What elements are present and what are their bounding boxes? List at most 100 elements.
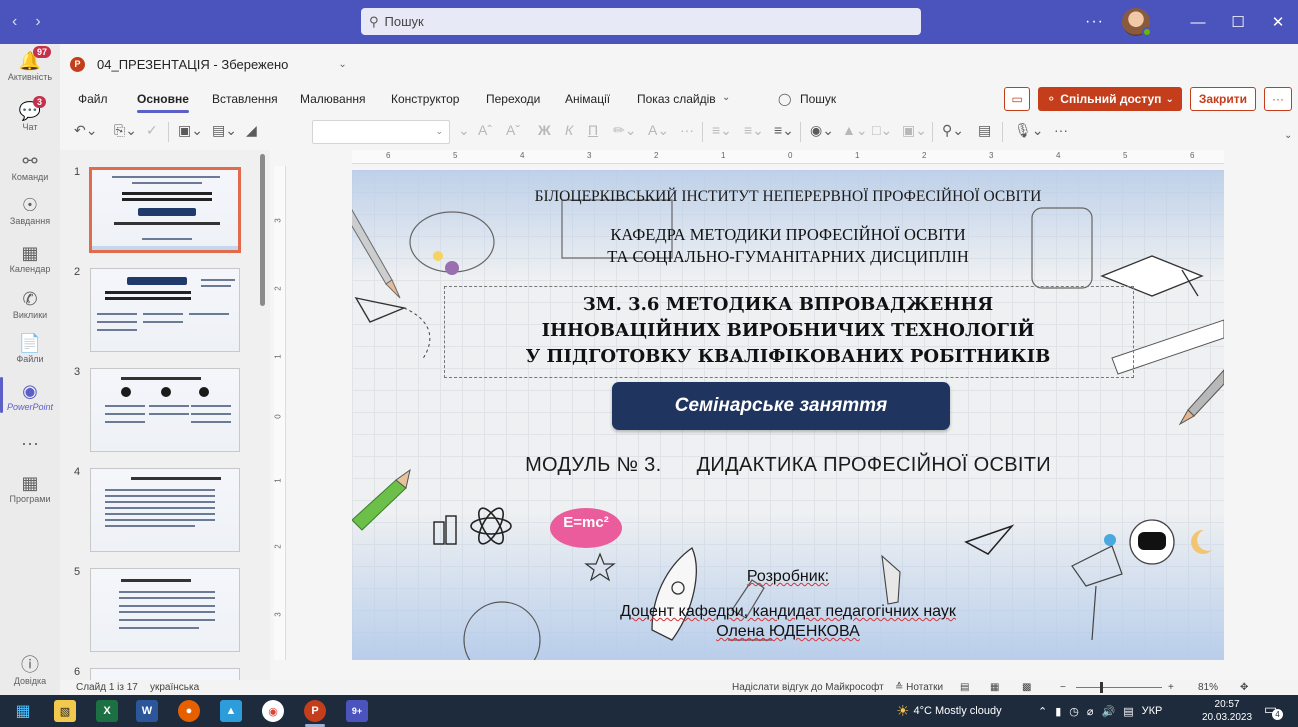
font-family-select[interactable]: ⌄ [312, 120, 450, 144]
slide-thumbnail-1[interactable] [89, 167, 241, 253]
close-window-button[interactable]: ✕ [1258, 13, 1298, 31]
fill-icon[interactable]: ▲⌄ [842, 122, 868, 139]
zoom-level[interactable]: 81% [1198, 682, 1218, 693]
designer-icon[interactable]: ▤ [978, 122, 991, 139]
underline-icon[interactable]: П [588, 122, 598, 138]
highlight-icon[interactable]: ✏⌄ [613, 122, 636, 139]
tab-design[interactable]: Конструктор [391, 92, 459, 106]
align-icon[interactable]: ≡⌄ [774, 122, 794, 139]
minimize-button[interactable]: — [1178, 14, 1218, 31]
volume-icon[interactable]: 🔊 [1102, 705, 1116, 718]
search-input[interactable]: ⚲ Пошук [361, 8, 921, 35]
tab-transitions[interactable]: Переходи [486, 92, 540, 106]
avatar[interactable] [1122, 8, 1152, 37]
more-format-icon[interactable]: ··· [680, 122, 694, 138]
ribbon-more-button[interactable]: ··· [1264, 87, 1292, 111]
increase-font-icon[interactable]: Aˆ [478, 122, 492, 138]
rail-item-teams[interactable]: ⚯ Команди [0, 150, 60, 182]
close-document-button[interactable]: Закрити [1189, 87, 1256, 111]
language-indicator[interactable]: українська [150, 682, 199, 693]
teams-taskbar-icon[interactable]: 9+ [346, 700, 368, 722]
share-button[interactable]: ⚬ Спільний доступ ⌄ [1038, 87, 1182, 111]
wifi-icon[interactable]: ⌀ [1087, 705, 1094, 718]
zoom-slider-track[interactable] [1076, 687, 1162, 688]
notifications-icon[interactable]: ▭ 4 [1264, 701, 1283, 720]
slide-thumbnail-3[interactable] [90, 368, 240, 452]
slide-thumbnail-4[interactable] [90, 468, 240, 552]
toolbar-more-icon[interactable]: ··· [1054, 122, 1068, 138]
slide-sorter-icon[interactable]: ▦ [990, 682, 999, 693]
rail-item-tasks[interactable]: ☉ Завдання [0, 194, 60, 226]
decrease-font-icon[interactable]: Aˇ [506, 122, 520, 138]
chrome-icon[interactable]: ◉ [262, 700, 284, 722]
font-size-chevron-icon[interactable]: ⌄ [458, 122, 470, 139]
rail-item-powerpoint[interactable]: ◉ PowerPoint [0, 380, 60, 412]
slide-thumbnail-6[interactable] [90, 668, 240, 680]
reading-view-icon[interactable]: ▩ [1022, 682, 1031, 693]
display-icon[interactable]: ▤ [1123, 705, 1133, 718]
word-icon[interactable]: W [136, 700, 158, 722]
back-arrow-icon[interactable]: ‹ [12, 13, 17, 31]
tab-file[interactable]: Файл [78, 92, 108, 106]
zoom-out-icon[interactable]: − [1060, 682, 1066, 693]
rail-item-activity[interactable]: 🔔 97 Активність [0, 46, 60, 82]
rail-item-calendar[interactable]: ▦ Календар [0, 242, 60, 274]
italic-icon[interactable]: К [565, 122, 573, 138]
clock[interactable]: 20:57 20.03.2023 [1202, 698, 1252, 724]
paste-icon[interactable]: ⎘⌄ [114, 122, 137, 139]
find-icon[interactable]: ⚲⌄ [942, 122, 964, 139]
thumbnails-scrollbar[interactable] [260, 154, 265, 306]
tab-insert[interactable]: Вставлення [212, 92, 278, 106]
slide-thumbnail-5[interactable] [90, 568, 240, 652]
effects-icon[interactable]: ▣⌄ [902, 122, 927, 139]
tab-search[interactable]: Пошук [800, 92, 836, 106]
battery-icon[interactable]: ▮ [1055, 705, 1061, 718]
zoom-slider-thumb[interactable] [1100, 682, 1103, 693]
tab-slideshow[interactable]: Показ слайдів [637, 92, 716, 106]
shapes-icon[interactable]: ◉⌄ [810, 122, 834, 139]
rail-item-more[interactable]: ··· [0, 432, 60, 454]
layout-icon[interactable]: ▤⌄ [212, 122, 237, 139]
network-icon[interactable]: ◷ [1069, 705, 1079, 718]
notes-button[interactable]: ≙ Нотатки [895, 682, 943, 693]
comments-button[interactable]: ▭ [1004, 87, 1031, 111]
rail-item-calls[interactable]: ✆ Виклики [0, 288, 60, 320]
rail-item-chat[interactable]: 💬 3 Чат [0, 96, 60, 132]
windows-start-icon[interactable]: ▦ [12, 700, 34, 722]
feedback-link[interactable]: Надіслати відгук до Майкрософт [732, 682, 884, 693]
weather-widget[interactable]: ☀ 4°C Mostly cloudy [896, 695, 1002, 727]
fit-slide-icon[interactable]: ✥ [1240, 682, 1248, 693]
font-color-icon[interactable]: A⌄ [648, 122, 669, 139]
forward-arrow-icon[interactable]: › [35, 13, 40, 31]
tab-animations[interactable]: Анімації [565, 92, 610, 106]
format-painter-icon[interactable]: ✓ [146, 122, 158, 139]
rail-item-help[interactable]: ⓘ Довідка [0, 654, 60, 686]
slide-thumbnail-2[interactable] [90, 268, 240, 352]
rail-item-files[interactable]: 📄 Файли [0, 332, 60, 364]
tab-draw[interactable]: Малювання [300, 92, 365, 106]
bold-icon[interactable]: Ж [538, 122, 551, 138]
outline-icon[interactable]: □⌄ [872, 122, 892, 139]
normal-view-icon[interactable]: ▤ [960, 682, 969, 693]
more-options-icon[interactable]: ··· [1085, 13, 1104, 31]
powerpoint-taskbar-icon[interactable]: P [304, 700, 326, 722]
tray-chevron-icon[interactable]: ⌃ [1038, 705, 1047, 718]
photos-icon[interactable]: ▲ [220, 700, 242, 722]
undo-icon[interactable]: ↶⌄ [74, 122, 97, 139]
excel-icon[interactable]: X [96, 700, 118, 722]
zoom-in-icon[interactable]: + [1168, 682, 1174, 693]
firefox-icon[interactable]: ● [178, 700, 200, 722]
slideshow-chevron-icon[interactable]: ⌄ [722, 92, 730, 103]
rail-item-apps[interactable]: ▦ Програми [0, 472, 60, 504]
maximize-button[interactable]: ☐ [1218, 13, 1258, 31]
document-name[interactable]: 04_ПРЕЗЕНТАЦІЯ - Збережено [97, 57, 288, 72]
bullets-icon[interactable]: ≡⌄ [712, 122, 732, 139]
chevron-down-icon[interactable]: ⌄ [338, 59, 346, 70]
new-slide-icon[interactable]: ▣⌄ [178, 122, 203, 139]
file-explorer-icon[interactable]: ▧ [54, 700, 76, 722]
numbering-icon[interactable]: ≡⌄ [744, 122, 764, 139]
current-slide[interactable]: БІЛОЦЕРКІВСЬКИЙ ІНСТИТУТ НЕПЕРЕРВНОЇ ПРО… [352, 170, 1224, 660]
dictate-icon[interactable]: 🎙⌄ [1014, 122, 1044, 139]
collapse-ribbon-icon[interactable]: ⌄ [1284, 130, 1292, 141]
keyboard-language[interactable]: УКР [1142, 705, 1163, 717]
